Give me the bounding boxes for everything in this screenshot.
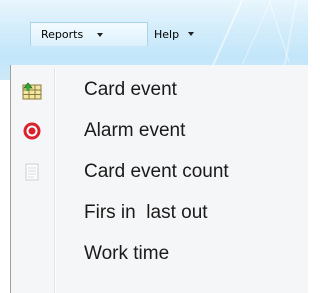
menu-item-label: Card event count	[84, 161, 229, 182]
chevron-down-icon	[97, 32, 104, 37]
chevron-down-icon	[188, 32, 195, 36]
document-icon	[22, 162, 42, 182]
menu-item-card-event-count[interactable]: Card event count	[11, 155, 308, 189]
menu-item-label: Alarm event	[84, 120, 186, 141]
alarm-icon	[22, 121, 42, 141]
reports-menu-label: Reports	[41, 28, 84, 41]
menu-item-label: Work time	[84, 243, 170, 264]
background-decoration	[282, 0, 300, 75]
menu-item-first-in-last-out[interactable]: Firs in last out	[11, 196, 308, 230]
reports-menu[interactable]: Reports	[30, 22, 148, 46]
reports-dropdown: Card event Alarm event Card event count …	[10, 65, 308, 293]
menu-item-work-time[interactable]: Work time	[11, 237, 308, 271]
help-menu-label: Help	[154, 27, 180, 41]
menu-item-alarm-event[interactable]: Alarm event	[11, 114, 308, 148]
menu-item-card-event[interactable]: Card event	[11, 73, 308, 107]
card-event-icon	[22, 80, 42, 100]
menu-item-label: Firs in last out	[84, 202, 208, 223]
menu-item-label: Card event	[84, 79, 177, 100]
app-window: Reports Help Card event Alarm event Card…	[0, 0, 308, 293]
help-menu[interactable]: Help	[148, 22, 218, 46]
